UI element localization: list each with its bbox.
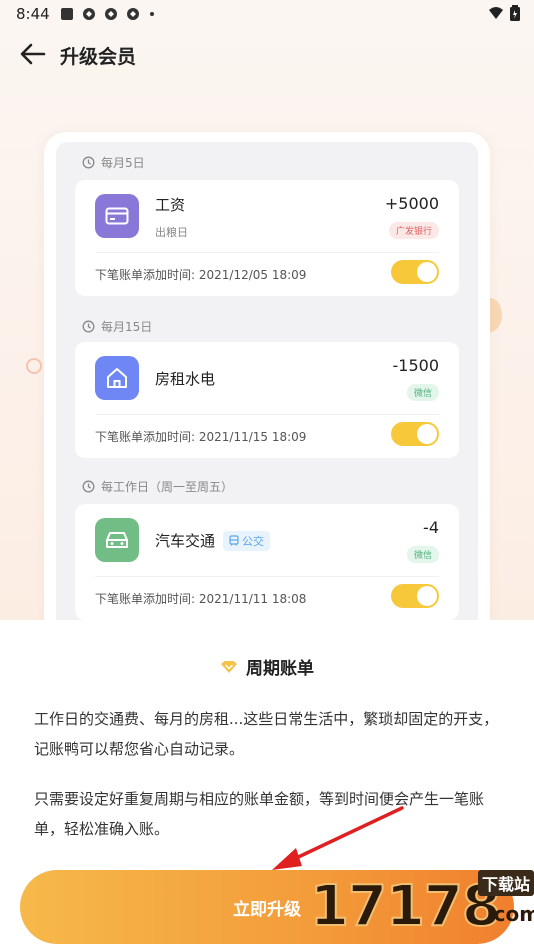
account-badge: 广发银行 [388, 222, 439, 239]
divider [95, 414, 439, 415]
next-bill-time: 下笔账单添加时间: 2021/11/11 18:08 [95, 592, 307, 606]
feature-description-1: 工作日的交通费、每月的房租...这些日常生活中，繁琐却固定的开支，记账鸭可以帮您… [34, 710, 499, 758]
battery-icon [510, 5, 520, 25]
app-bar: 升级会员 [0, 30, 534, 78]
more-notifications-icon [149, 12, 154, 16]
feature-info-panel: 周期账单 工作日的交通费、每月的房租...这些日常生活中，繁琐却固定的开支，记账… [0, 620, 534, 950]
arrow-left-icon [20, 43, 46, 65]
toggle-knob [417, 262, 437, 282]
back-button[interactable] [18, 40, 48, 68]
phone-preview: 每月5日 工资 出粮日 +5000 广发银行 下笔账单添加时间: 2021/12… [44, 132, 490, 652]
page-title: 升级会员 [60, 46, 137, 68]
credit-card-icon [95, 194, 139, 238]
feature-description-2: 只需要设定好重复周期与相应的账单金额，等到时间便会产生一笔账单，轻松准确入账。 [34, 790, 485, 838]
bus-icon [229, 535, 239, 546]
account-badge: 微信 [406, 546, 439, 563]
category-tag: 公交 [223, 530, 271, 551]
auto-bill-toggle[interactable] [391, 422, 439, 446]
group-label: 每月5日 [82, 154, 145, 171]
status-time: 8:44 [16, 5, 50, 23]
auto-bill-toggle[interactable] [391, 584, 439, 608]
diamond-icon [221, 660, 237, 673]
account-badge: 微信 [406, 384, 439, 401]
feature-title: 周期账单 [0, 654, 534, 679]
app-notification-icon [82, 7, 96, 21]
app-notification-icon [126, 7, 140, 21]
bill-name: 工资 [155, 196, 186, 214]
clock-icon [82, 320, 95, 333]
bill-amount: +5000 [384, 194, 439, 213]
status-bar: 8:44 [0, 0, 534, 28]
bill-name: 房租水电 [155, 370, 216, 388]
recurring-bill-card[interactable]: 房租水电 -1500 微信 下笔账单添加时间: 2021/11/15 18:09 [75, 342, 459, 458]
upgrade-now-button[interactable]: 立即升级 [20, 870, 514, 944]
auto-bill-toggle[interactable] [391, 260, 439, 284]
recurring-bill-card[interactable]: 汽车交通 公交 -4 微信 下笔账单添加时间: 2021/11/11 18:08 [75, 504, 459, 620]
house-icon [95, 356, 139, 400]
next-bill-time: 下笔账单添加时间: 2021/12/05 18:09 [95, 268, 307, 282]
divider [95, 252, 439, 253]
clock-icon [82, 480, 95, 493]
clock-icon [82, 156, 95, 169]
app-notification-icon [60, 7, 74, 21]
divider [95, 576, 439, 577]
toggle-knob [417, 586, 437, 606]
bill-subtitle: 出粮日 [155, 226, 188, 239]
decorative-ring [26, 358, 42, 374]
group-label: 每月15日 [82, 318, 152, 335]
wifi-icon [488, 6, 504, 24]
next-bill-time: 下笔账单添加时间: 2021/11/15 18:09 [95, 430, 307, 444]
bill-name: 汽车交通 公交 [155, 530, 271, 551]
toggle-knob [417, 424, 437, 444]
app-notification-icon [104, 7, 118, 21]
recurring-bill-card[interactable]: 工资 出粮日 +5000 广发银行 下笔账单添加时间: 2021/12/05 1… [75, 180, 459, 296]
car-icon [95, 518, 139, 562]
bill-amount: -1500 [392, 356, 440, 375]
group-label: 每工作日（周一至周五） [82, 478, 233, 495]
phone-preview-screen: 每月5日 工资 出粮日 +5000 广发银行 下笔账单添加时间: 2021/12… [56, 142, 478, 642]
bill-amount: -4 [423, 518, 439, 537]
